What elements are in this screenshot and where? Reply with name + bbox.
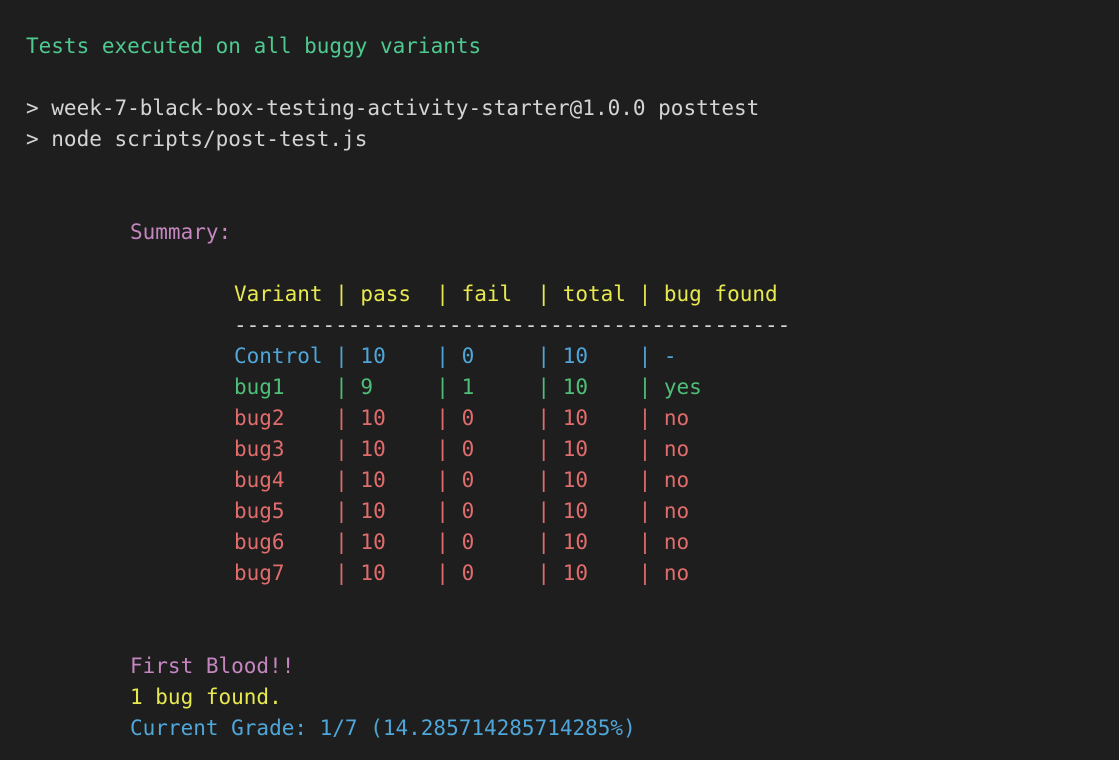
terminal-output: Tests executed on all buggy variants > w… bbox=[0, 0, 1119, 760]
status-line: Tests executed on all buggy variants bbox=[26, 34, 482, 58]
command-line-2: > node scripts/post-test.js bbox=[26, 127, 368, 151]
table-row-bug3: bug3 | 10 | 0 | 10 | no bbox=[234, 437, 690, 461]
table-header-row: Variant | pass | fail | total | bug foun… bbox=[234, 282, 778, 306]
table-separator: ----------------------------------------… bbox=[234, 313, 791, 337]
table-row-bug1: bug1 | 9 | 1 | 10 | yes bbox=[234, 375, 702, 399]
current-grade-text: Current Grade: 1/7 (14.285714285714285%) bbox=[130, 716, 636, 740]
first-blood-banner: First Blood!! bbox=[130, 654, 295, 678]
bugs-found-text: 1 bug found. bbox=[130, 685, 282, 709]
table-row-bug2: bug2 | 10 | 0 | 10 | no bbox=[234, 406, 690, 430]
command-line-1: > week-7-black-box-testing-activity-star… bbox=[26, 96, 760, 120]
table-row-bug6: bug6 | 10 | 0 | 10 | no bbox=[234, 530, 690, 554]
summary-title: Summary: bbox=[130, 220, 232, 244]
table-row-bug7: bug7 | 10 | 0 | 10 | no bbox=[234, 561, 690, 585]
table-row-bug5: bug5 | 10 | 0 | 10 | no bbox=[234, 499, 690, 523]
table-row-bug4: bug4 | 10 | 0 | 10 | no bbox=[234, 468, 690, 492]
table-row-control: Control | 10 | 0 | 10 | - bbox=[234, 344, 677, 368]
